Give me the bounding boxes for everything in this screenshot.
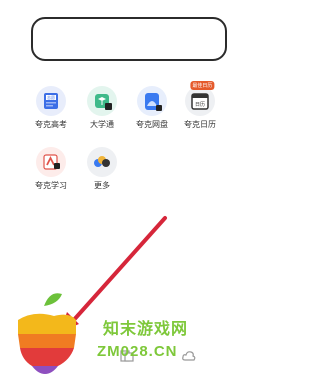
search-input[interactable] bbox=[31, 17, 227, 61]
app-quark-gaokao[interactable]: 志愿 夸克高考 bbox=[31, 86, 71, 130]
calendar-icon: 日历 bbox=[185, 86, 215, 116]
app-quark-cloud-drive[interactable]: 夸克网盘 bbox=[132, 86, 172, 130]
more-icon bbox=[87, 147, 117, 177]
app-label: 大学通 bbox=[90, 120, 114, 129]
cloud-drive-icon bbox=[137, 86, 167, 116]
app-quark-study[interactable]: 夸克学习 bbox=[31, 147, 71, 191]
watermark-logo bbox=[18, 293, 76, 374]
study-icon bbox=[36, 147, 66, 177]
app-label: 夸克学习 bbox=[35, 181, 67, 190]
calendar-badge: 最佳日历 bbox=[190, 81, 215, 90]
app-label: 夸克日历 bbox=[184, 120, 216, 129]
watermark-brand: 知末游戏网 bbox=[103, 321, 189, 338]
app-quark-calendar[interactable]: 最佳日历 日历 夸克日历 bbox=[180, 81, 220, 130]
app-label: 夸克高考 bbox=[35, 120, 67, 129]
app-daxuetong[interactable]: 大学通 bbox=[82, 86, 122, 130]
svg-text:志愿: 志愿 bbox=[47, 94, 55, 100]
svg-text:日历: 日历 bbox=[195, 102, 205, 108]
app-label: 更多 bbox=[94, 181, 110, 190]
app-label: 夸克网盘 bbox=[136, 120, 168, 129]
app-more[interactable]: 更多 bbox=[82, 147, 122, 191]
cloud-icon[interactable] bbox=[182, 350, 196, 362]
university-icon bbox=[87, 86, 117, 116]
watermark-domain: ZM028.CN bbox=[97, 343, 178, 360]
gaokao-icon: 志愿 bbox=[36, 86, 66, 116]
